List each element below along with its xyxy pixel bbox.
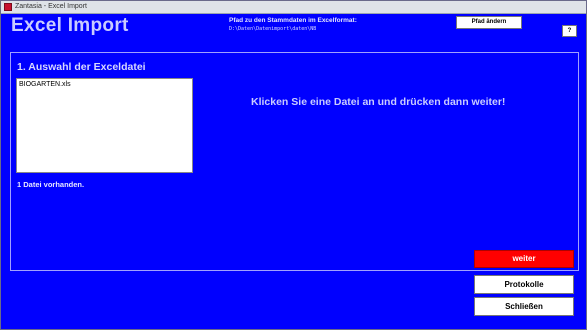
window-title: Zantasia - Excel Import: [15, 3, 87, 10]
logs-button[interactable]: Protokolle: [474, 275, 574, 294]
help-button[interactable]: ?: [562, 25, 577, 37]
list-item[interactable]: BIOGARTEN.xls: [19, 81, 71, 88]
instruction-text: Klicken Sie eine Datei an und drücken da…: [251, 96, 506, 108]
app-icon: [4, 3, 12, 11]
path-label: Pfad zu den Stammdaten im Excelformat:: [229, 17, 357, 24]
excel-import-window: Zantasia - Excel Import Excel Import Pfa…: [0, 0, 587, 330]
file-count-text: 1 Datei vorhanden.: [17, 180, 85, 189]
window-titlebar[interactable]: Zantasia - Excel Import: [1, 1, 586, 14]
section-title: 1. Auswahl der Exceldatei: [17, 61, 146, 73]
next-button[interactable]: weiter: [474, 250, 574, 268]
change-path-button[interactable]: Pfad ändern: [456, 16, 522, 29]
path-value: D:\Daten\Datenimport\daten\NB: [229, 26, 317, 32]
page-title: Excel Import: [11, 15, 129, 36]
close-button[interactable]: Schließen: [474, 297, 574, 316]
excel-file-list[interactable]: BIOGARTEN.xls: [16, 78, 193, 173]
